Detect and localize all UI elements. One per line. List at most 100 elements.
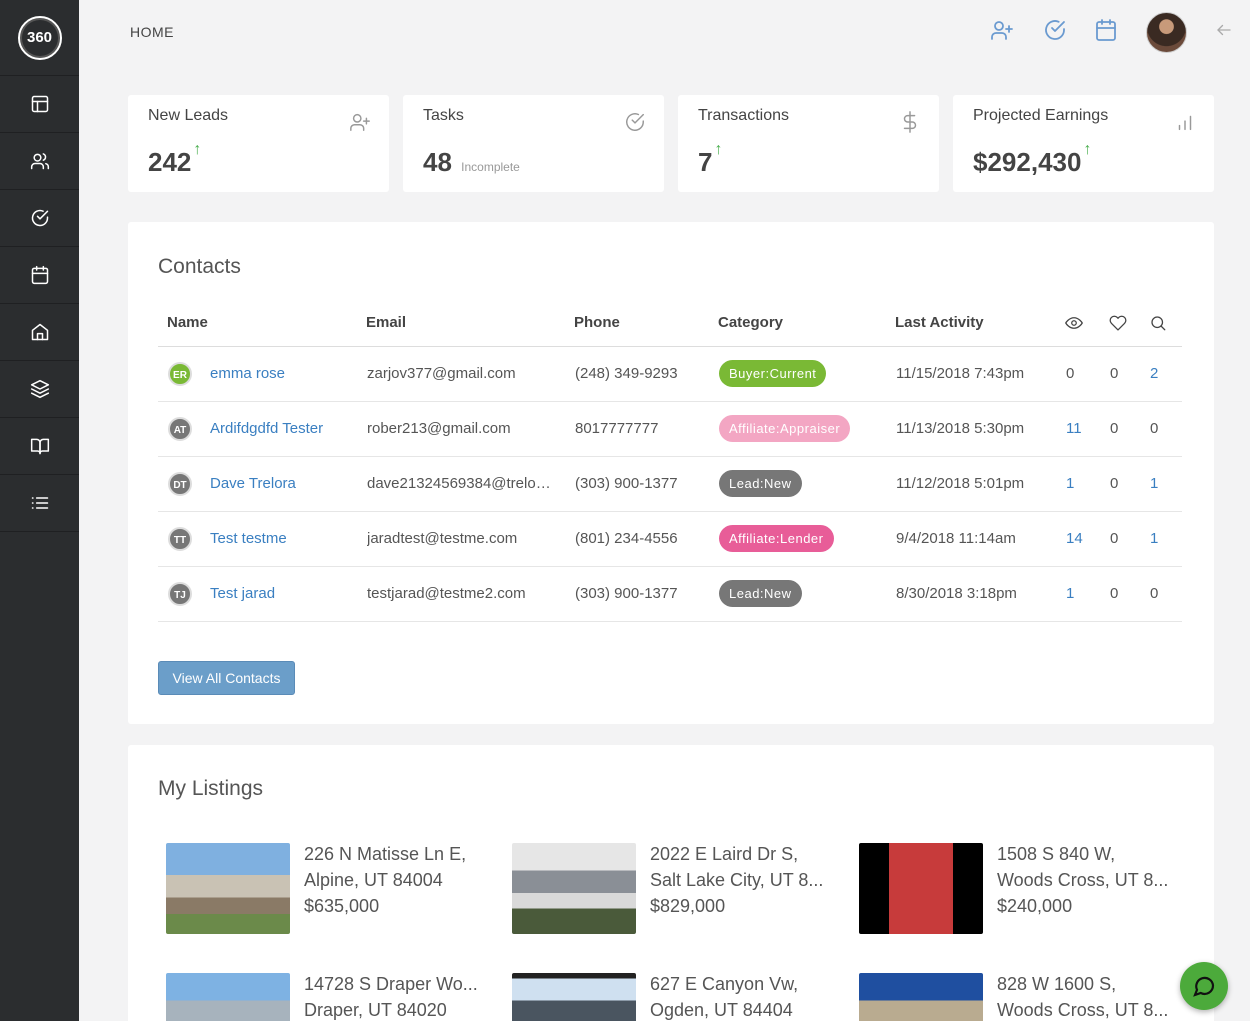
column-header-category[interactable]: Category [709, 300, 886, 347]
contact-phone: 8017777777 [565, 401, 709, 457]
view-all-contacts-button[interactable]: View All Contacts [158, 661, 295, 695]
table-row[interactable]: ER emma rose zarjov377@gmail.com (248) 34… [158, 346, 1182, 402]
column-header-email[interactable]: Email [357, 300, 565, 347]
nav-layers[interactable] [0, 361, 79, 418]
users-icon [30, 153, 49, 170]
listing-card[interactable]: 1508 S 840 W, Woods Cross, UT 8... $240,00… [859, 843, 1179, 935]
last-activity: 11/15/2018 7:43pm [886, 346, 1056, 402]
check-circle-icon [624, 111, 646, 138]
layers-icon [30, 379, 49, 399]
nav-tasks[interactable] [0, 190, 79, 247]
stat-value-wrap: $292,430 ↑ [973, 141, 1091, 178]
searches-count[interactable]: 2 [1140, 346, 1182, 402]
heart-icon [1109, 315, 1127, 331]
stat-card-transactions[interactable]: Transactions 7 ↑ [678, 95, 939, 192]
listing-photo[interactable] [166, 843, 290, 934]
nav-calendar[interactable] [0, 247, 79, 304]
listing-address-line1: 226 N Matisse Ln E, [304, 844, 467, 864]
dashboard-icon [31, 95, 48, 113]
views-count[interactable]: 14 [1056, 511, 1100, 567]
contact-name-link[interactable]: Dave Trelora [210, 475, 296, 492]
calendar-icon [1096, 19, 1116, 41]
listing-address-line2: Draper, UT 84020 [304, 1000, 447, 1020]
listing-details: 14728 S Draper Wo... Draper, UT 84020 [304, 971, 478, 1021]
table-row[interactable]: AT Ardifdgdfd Tester rober213@gmail.com 8… [158, 401, 1182, 457]
listing-card[interactable]: 627 E Canyon Vw, Ogden, UT 84404 [512, 973, 832, 1021]
contact-initials: AT [168, 416, 192, 441]
nav-contacts[interactable] [0, 133, 79, 190]
table-row[interactable]: TJ Test jarad testjarad@testme2.com (303)… [158, 566, 1182, 622]
last-activity: 11/13/2018 5:30pm [886, 401, 1056, 457]
logo[interactable]: 360 [0, 0, 79, 76]
stat-card-projected-earnings[interactable]: Projected Earnings $292,430 ↑ [953, 95, 1214, 192]
nav-menu[interactable] [0, 475, 79, 532]
searches-count[interactable]: 1 [1140, 456, 1182, 512]
collapse-button[interactable] [1210, 16, 1238, 44]
nav-dashboard[interactable] [0, 76, 79, 133]
listing-card[interactable]: 2022 E Laird Dr S, Salt Lake City, UT 8..… [512, 843, 832, 935]
stat-subtext: Incomplete [461, 160, 520, 174]
category-badge: Affiliate:Lender [719, 525, 834, 552]
column-header-phone[interactable]: Phone [565, 300, 709, 347]
trend-up-icon: ↑ [1083, 141, 1092, 158]
add-contact-button[interactable] [988, 16, 1016, 44]
searches-count: 0 [1140, 566, 1182, 622]
views-count[interactable]: 1 [1056, 566, 1100, 622]
contacts-title: Contacts [158, 255, 241, 278]
column-header-searches[interactable] [1140, 300, 1182, 347]
listing-card[interactable]: 14728 S Draper Wo... Draper, UT 84020 [166, 973, 486, 1021]
list-icon [31, 497, 48, 509]
trend-up-icon: ↑ [714, 141, 723, 158]
contacts-table: Name Email Phone Category Last Activity … [158, 300, 1182, 622]
listing-card[interactable]: 226 N Matisse Ln E, Alpine, UT 84004 $635,… [166, 843, 486, 935]
calendar-button[interactable] [1092, 16, 1120, 44]
contact-name-link[interactable]: Test jarad [210, 585, 275, 602]
contact-name-link[interactable]: Ardifdgdfd Tester [210, 420, 323, 437]
column-header-last-activity[interactable]: Last Activity [886, 300, 1056, 347]
listing-card[interactable]: 828 W 1600 S, Woods Cross, UT 8... [859, 973, 1179, 1021]
stat-value: $292,430 [973, 147, 1082, 177]
nav-listings[interactable] [0, 304, 79, 361]
chat-button[interactable] [1180, 962, 1228, 1010]
contact-phone: (303) 900-1377 [565, 456, 709, 512]
listing-photo[interactable] [859, 973, 983, 1021]
stat-title: Tasks [423, 107, 464, 124]
contact-name-link[interactable]: emma rose [210, 365, 285, 382]
listing-photo[interactable] [859, 843, 983, 934]
searches-count[interactable]: 1 [1140, 511, 1182, 567]
stat-card-new-leads[interactable]: New Leads 242 ↑ [128, 95, 389, 192]
sidebar: 360 [0, 0, 79, 1021]
user-avatar[interactable] [1146, 12, 1187, 53]
contact-initials: DT [168, 471, 192, 496]
listing-details: 2022 E Laird Dr S, Salt Lake City, UT 8..… [650, 841, 823, 919]
views-count[interactable]: 11 [1056, 401, 1100, 457]
tasks-button[interactable] [1041, 16, 1069, 44]
views-count[interactable]: 1 [1056, 456, 1100, 512]
listing-address-line1: 1508 S 840 W, [997, 844, 1116, 864]
column-header-views[interactable] [1056, 300, 1100, 347]
favorites-count: 0 [1100, 566, 1140, 622]
stat-title: Transactions [698, 107, 789, 124]
table-row[interactable]: DT Dave Trelora dave21324569384@trelorama… [158, 456, 1182, 512]
column-header-favorites[interactable] [1100, 300, 1140, 347]
contact-initials: TJ [168, 581, 192, 606]
eye-icon [1065, 316, 1083, 329]
stat-card-tasks[interactable]: Tasks 48 Incomplete [403, 95, 664, 192]
chat-bubble-icon [1193, 976, 1215, 997]
nav-resources[interactable] [0, 418, 79, 475]
contact-name-link[interactable]: Test testme [210, 530, 287, 547]
home-icon [31, 323, 48, 341]
table-row[interactable]: TT Test testme jaradtest@testme.com (801)… [158, 511, 1182, 567]
stat-value: 48 [423, 147, 452, 177]
listing-photo[interactable] [166, 973, 290, 1021]
listing-photo[interactable] [512, 843, 636, 934]
listing-price: $635,000 [304, 896, 380, 916]
book-open-icon [30, 438, 49, 455]
listing-photo[interactable] [512, 973, 636, 1021]
breadcrumb[interactable]: HOME [130, 24, 174, 40]
category-badge: Buyer:Current [719, 360, 827, 387]
favorites-count: 0 [1100, 401, 1140, 457]
contact-initials: ER [168, 361, 192, 386]
stat-value-wrap: 7 ↑ [698, 141, 722, 178]
column-header-name[interactable]: Name [158, 300, 357, 347]
